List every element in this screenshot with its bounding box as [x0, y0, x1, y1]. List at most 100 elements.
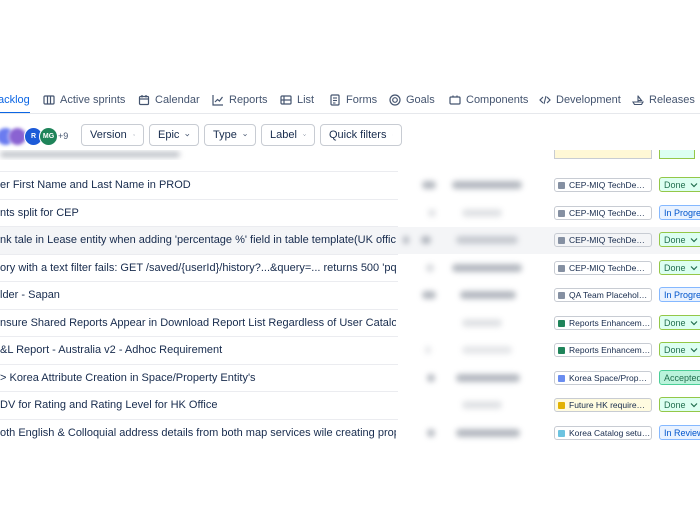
issue-summary[interactable]: oth English & Colloquial address details… — [0, 420, 396, 447]
issue-summary[interactable]: DV for Rating and Rating Level for HK Of… — [0, 392, 396, 419]
tab-components[interactable]: Components — [449, 88, 528, 112]
status-lozenge[interactable] — [659, 150, 695, 159]
status-lozenge[interactable]: In Progre — [659, 205, 700, 220]
status-lozenge[interactable]: Done — [659, 177, 700, 192]
issue-summary[interactable]: lder - Sapan — [0, 282, 396, 309]
blurred-key — [427, 374, 435, 382]
issue-summary[interactable]: nts split for CEP — [0, 200, 396, 227]
chevron-down-icon — [690, 402, 697, 407]
status-lozenge[interactable]: Done — [659, 260, 700, 275]
blurred-assignee — [462, 209, 502, 217]
epic-filter-button[interactable]: Epic — [149, 124, 199, 146]
status-lozenge[interactable]: Done — [659, 342, 700, 357]
tab-calendar[interactable]: Calendar — [138, 88, 200, 112]
blurred-key — [425, 346, 431, 354]
issue-row[interactable]: &L Report - Australia v2 - Adhoc Require… — [0, 337, 700, 364]
issue-row[interactable]: er First Name and Last Name in PROD CEP-… — [0, 172, 700, 199]
avatar-mg[interactable]: MG — [39, 127, 58, 146]
chevron-down-icon — [243, 134, 247, 137]
tab-goals[interactable]: Goals — [389, 88, 435, 112]
more-avatars-count[interactable]: +9 — [58, 131, 68, 141]
status-lozenge[interactable]: Accepted — [659, 370, 700, 385]
list-icon — [280, 95, 292, 105]
partial-row — [0, 150, 700, 160]
tab-label: Calendar — [155, 94, 200, 106]
project-tabs: acklog Active sprints Calendar Reports L… — [0, 88, 700, 114]
quick-filters-button[interactable]: Quick filters — [320, 124, 402, 146]
chevron-down-icon — [303, 134, 306, 136]
tab-label: Forms — [346, 94, 378, 106]
tab-forms[interactable]: Forms — [329, 88, 377, 112]
tab-label: Components — [466, 94, 529, 106]
board-icon — [43, 95, 55, 105]
status-lozenge[interactable]: Done — [659, 397, 700, 412]
blurred-assignee — [462, 401, 502, 409]
version-filter-button[interactable]: Version — [81, 124, 144, 146]
issue-row[interactable]: nsure Shared Reports Appear in Download … — [0, 310, 700, 337]
epic-lozenge[interactable]: CEP-MIQ TechDe… — [554, 178, 652, 192]
epic-lozenge[interactable]: Reports Enhancem… — [554, 316, 652, 330]
tab-label: acklog — [0, 94, 30, 106]
chevron-down-icon — [132, 134, 135, 136]
filter-bar: R MG +9 Version Epic Type Label Quick fi… — [0, 124, 700, 148]
chevron-down-icon — [185, 133, 190, 137]
status-lozenge[interactable]: Done — [659, 315, 700, 330]
issue-row[interactable]: > Korea Attribute Creation in Space/Prop… — [0, 365, 700, 392]
epic-lozenge[interactable]: Korea Catalog setu… — [554, 426, 652, 440]
epic-color-dot — [558, 401, 565, 409]
chevron-down-icon — [690, 265, 697, 270]
epic-color-dot — [558, 209, 565, 217]
chevron-down-icon — [690, 237, 697, 242]
issue-summary[interactable]: ory with a text filter fails: GET /saved… — [0, 255, 396, 282]
tab-label: Releases — [649, 94, 695, 106]
label-filter-button[interactable]: Label — [261, 124, 315, 146]
status-lozenge[interactable]: Done — [659, 232, 700, 247]
issue-summary[interactable]: &L Report - Australia v2 - Adhoc Require… — [0, 337, 396, 364]
type-filter-button[interactable]: Type — [204, 124, 256, 146]
epic-lozenge[interactable]: Future HK require… — [554, 398, 652, 412]
tab-reports[interactable]: Reports — [212, 88, 268, 112]
target-icon — [389, 94, 401, 106]
issue-row[interactable]: DV for Rating and Rating Level for HK Of… — [0, 392, 700, 419]
blurred-key — [422, 181, 436, 189]
issue-summary[interactable]: nsure Shared Reports Appear in Download … — [0, 310, 396, 337]
tab-releases[interactable]: Releases — [632, 88, 695, 112]
tab-list[interactable]: List — [280, 88, 314, 112]
issue-summary[interactable]: nk tale in Lease entity when adding 'per… — [0, 227, 396, 254]
issue-row[interactable]: nk tale in Lease entity when adding 'per… — [0, 227, 700, 254]
issue-summary[interactable]: er First Name and Last Name in PROD — [0, 172, 396, 199]
epic-lozenge[interactable]: QA Team Placehol… — [554, 288, 652, 302]
epic-color-dot — [558, 264, 565, 272]
epic-lozenge[interactable]: Reports Enhancem… — [554, 343, 652, 357]
issue-row[interactable]: nts split for CEP CEP-MIQ TechDe… In Pro… — [0, 200, 700, 227]
epic-color-dot — [558, 291, 565, 299]
blurred-key — [403, 236, 409, 244]
issue-row[interactable]: ory with a text filter fails: GET /saved… — [0, 255, 700, 282]
tab-development[interactable]: Development — [539, 88, 621, 112]
status-lozenge[interactable]: In Review — [659, 425, 700, 440]
epic-lozenge[interactable] — [554, 150, 652, 159]
tab-label: Goals — [406, 94, 435, 106]
epic-color-dot — [558, 346, 565, 354]
chevron-down-icon — [690, 347, 697, 352]
epic-lozenge[interactable]: CEP-MIQ TechDe… — [554, 206, 652, 220]
epic-lozenge[interactable]: CEP-MIQ TechDe… — [554, 261, 652, 275]
issue-summary[interactable]: > Korea Attribute Creation in Space/Prop… — [0, 365, 396, 392]
blurred-assignee — [452, 181, 522, 189]
chevron-down-icon — [690, 182, 697, 187]
tab-active-sprints[interactable]: Active sprints — [43, 88, 125, 112]
issue-row[interactable]: lder - Sapan QA Team Placehol… In Progre — [0, 282, 700, 309]
blurred-text — [0, 152, 180, 157]
epic-color-dot — [558, 181, 565, 189]
tab-label: Development — [556, 94, 621, 106]
epic-lozenge[interactable]: Korea Space/Prop… — [554, 371, 652, 385]
component-icon — [449, 95, 461, 105]
epic-lozenge[interactable]: CEP-MIQ TechDe… — [554, 233, 652, 247]
blurred-assignee — [462, 319, 502, 327]
status-lozenge[interactable]: In Progre — [659, 287, 700, 302]
blurred-key — [422, 291, 436, 299]
issue-row[interactable]: oth English & Colloquial address details… — [0, 420, 700, 447]
blurred-assignee — [456, 236, 518, 244]
tab-label: Reports — [229, 94, 268, 106]
tab-backlog[interactable]: acklog — [0, 88, 30, 114]
